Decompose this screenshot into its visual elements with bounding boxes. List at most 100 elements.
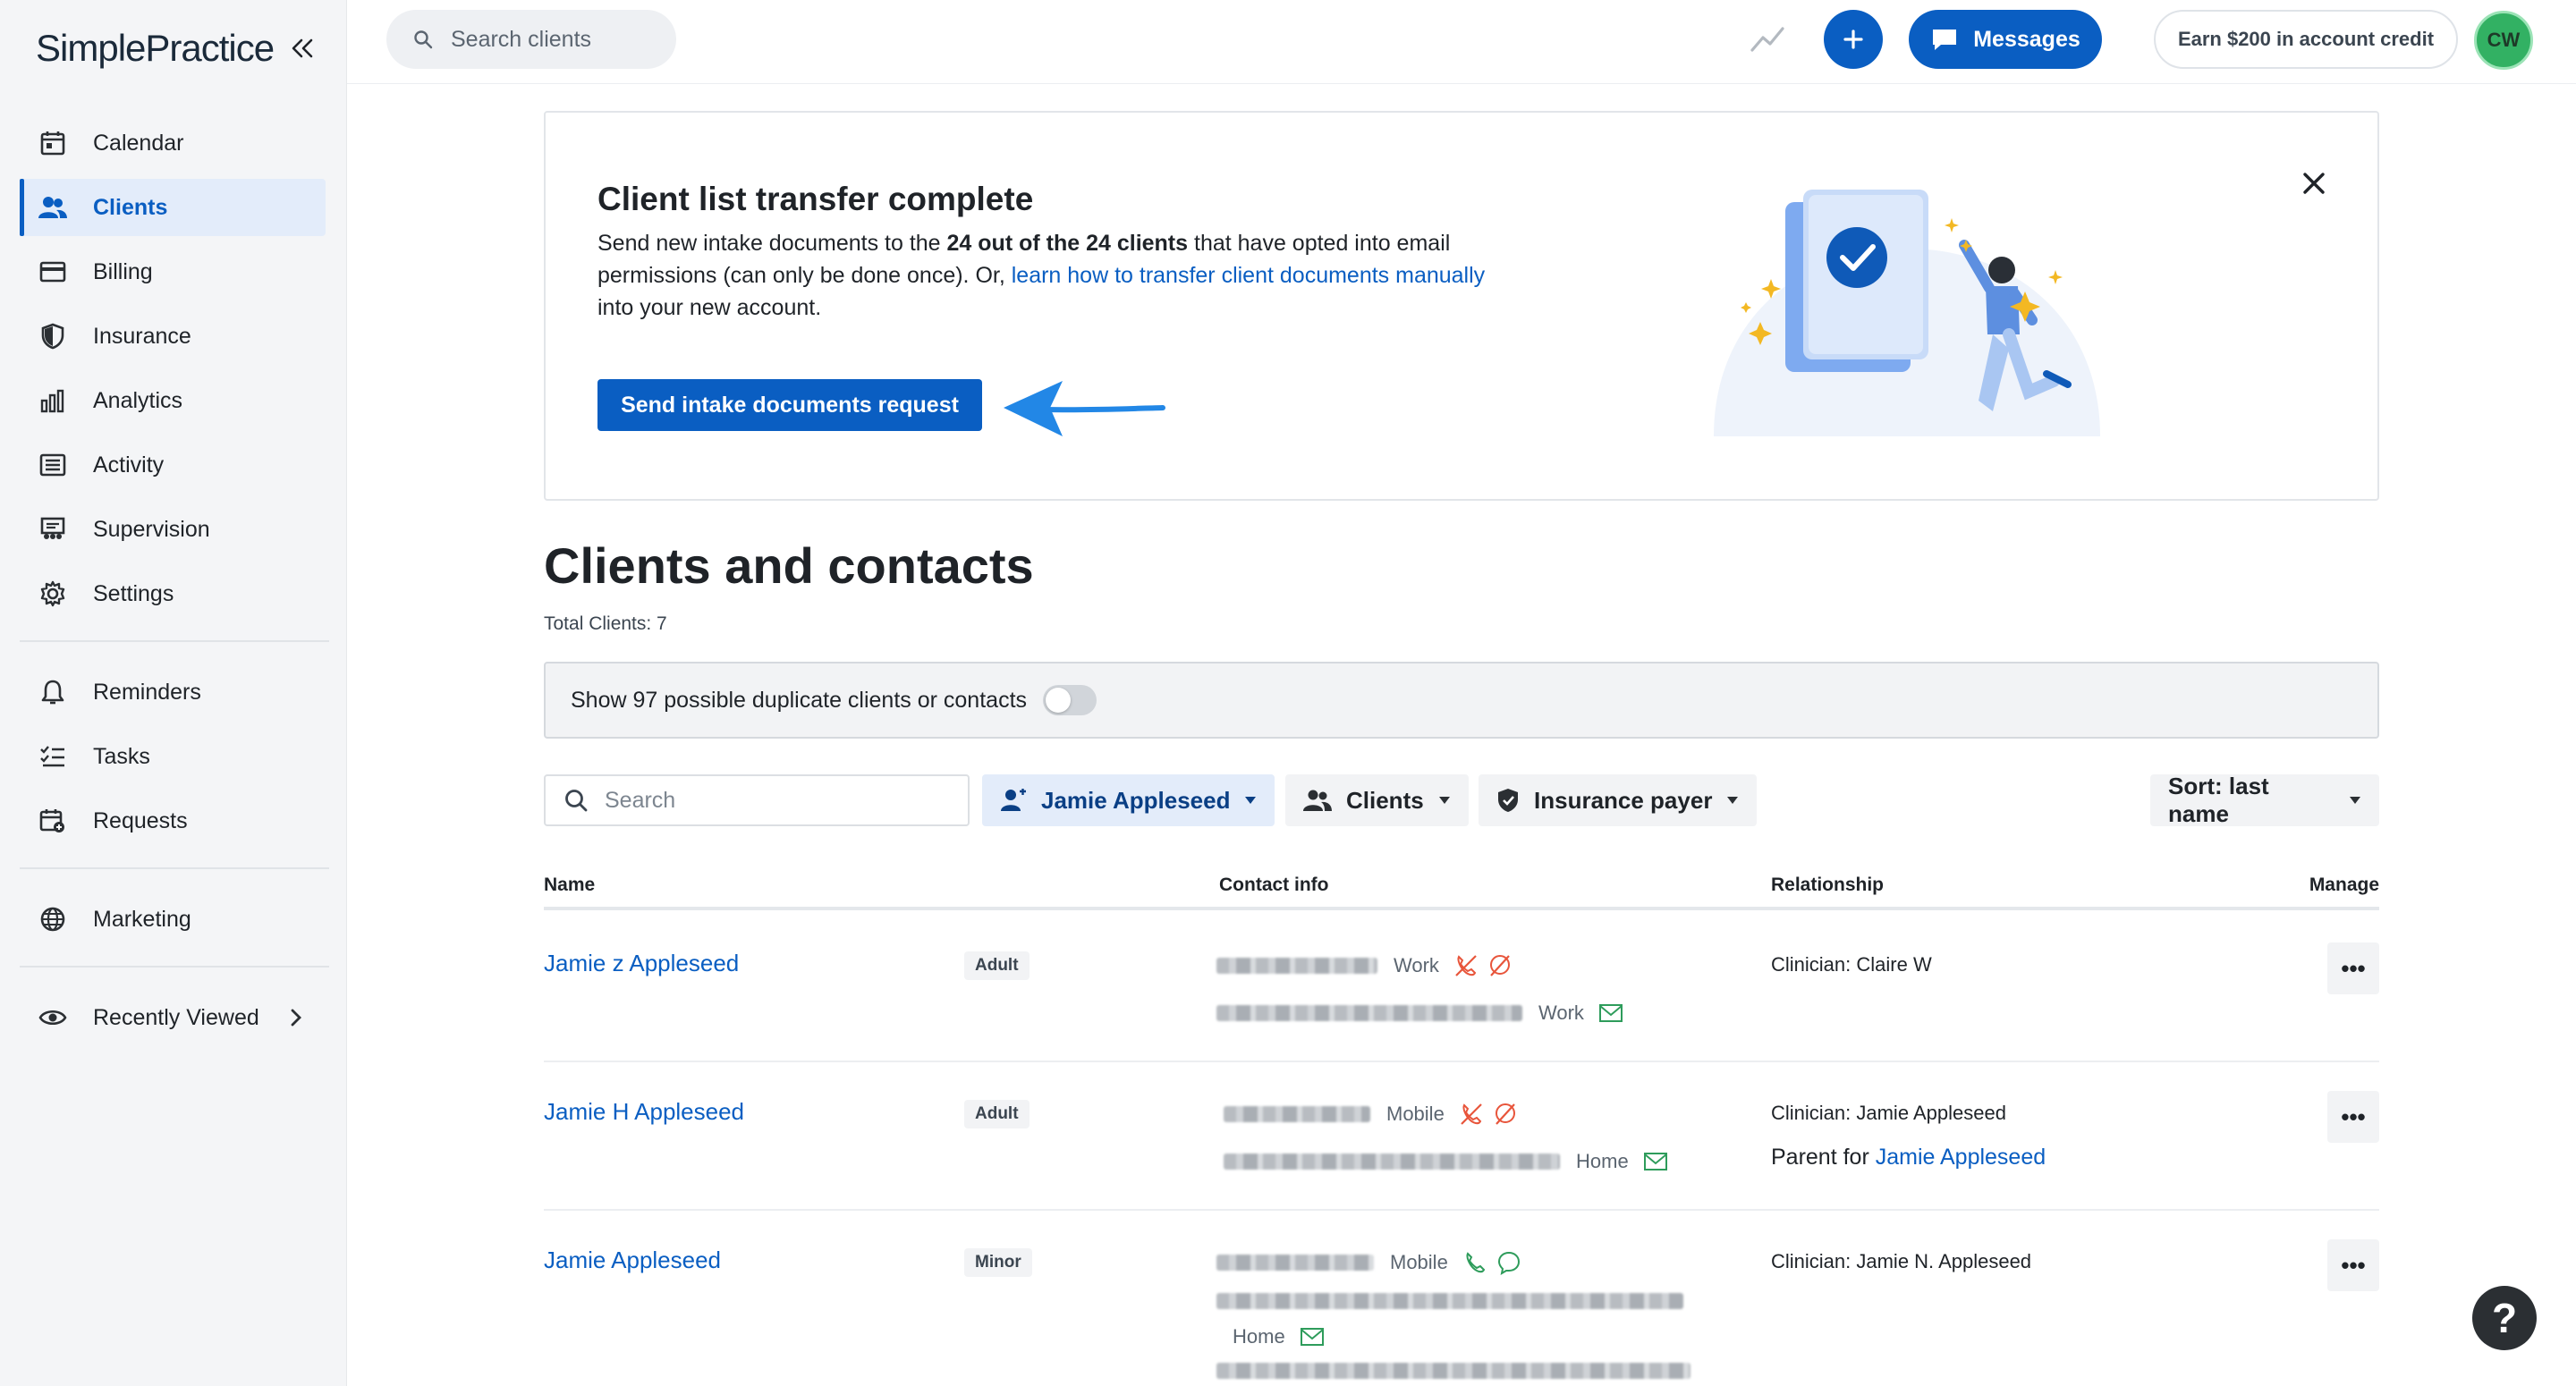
message-bubble-icon xyxy=(1930,27,1959,52)
table-row: Jamie H Appleseed Adult Mobile Home Clin… xyxy=(544,1062,2379,1211)
phone-type-label: Mobile xyxy=(1390,1251,1448,1273)
sidebar-item-billing[interactable]: Billing xyxy=(20,243,326,300)
no-text-icon xyxy=(1493,1102,1518,1127)
sidebar-item-analytics[interactable]: Analytics xyxy=(20,372,326,429)
transfer-documents-link[interactable]: learn how to transfer client documents m… xyxy=(1012,263,1485,288)
email-icon xyxy=(1300,1327,1325,1347)
sidebar-item-label: Calendar xyxy=(93,130,184,156)
avatar[interactable]: CW xyxy=(2474,11,2533,70)
client-search-input[interactable]: Search xyxy=(544,774,970,826)
manage-menu-button[interactable]: ••• xyxy=(2327,1091,2379,1143)
activity-icon xyxy=(38,450,68,480)
sidebar-item-label: Tasks xyxy=(93,743,150,769)
table-row: Jamie Appleseed Minor Mobile Home Clinic… xyxy=(544,1211,2379,1386)
shield-icon xyxy=(38,321,68,351)
relationship-text: Clinician: Jamie Appleseed xyxy=(1771,1102,2006,1124)
redacted-email xyxy=(1224,1154,1560,1170)
sidebar-item-calendar[interactable]: Calendar xyxy=(20,114,326,172)
tasks-icon xyxy=(38,741,68,772)
clinician-filter-label: Jamie Appleseed xyxy=(1041,786,1231,814)
analytics-icon xyxy=(38,385,68,416)
client-type-filter-button[interactable]: Clients xyxy=(1285,774,1469,826)
redacted-email xyxy=(1216,1363,1690,1379)
banner-title: Client list transfer complete xyxy=(597,181,1034,217)
close-icon[interactable] xyxy=(2292,161,2336,206)
messages-button[interactable]: Messages xyxy=(1909,10,2102,69)
sidebar-item-supervision[interactable]: Supervision xyxy=(20,501,326,558)
gear-icon xyxy=(38,579,68,609)
age-badge: Minor xyxy=(964,1248,1032,1277)
email-contact: Home xyxy=(1224,1150,1677,1173)
duplicates-bar: Show 97 possible duplicate clients or co… xyxy=(544,662,2379,739)
clients-table: Name Contact info Relationship Manage Ja… xyxy=(544,866,2379,1379)
insurance-payer-filter-label: Insurance payer xyxy=(1534,786,1713,814)
help-button[interactable]: ? xyxy=(2472,1286,2537,1350)
table-row: Jamie z Appleseed Adult Work Work Clinic… xyxy=(544,914,2379,1062)
chevron-right-icon xyxy=(290,1008,302,1027)
client-name-link[interactable]: Jamie z Appleseed xyxy=(544,950,739,977)
parent-client-link[interactable]: Jamie Appleseed xyxy=(1876,1145,2046,1170)
email-type-label: Home xyxy=(1233,1325,1285,1348)
email-icon xyxy=(1643,1152,1668,1171)
phone-icon xyxy=(1462,1250,1487,1275)
text-message-icon xyxy=(1496,1250,1521,1275)
table-header: Name Contact info Relationship Manage xyxy=(544,866,2379,910)
manage-menu-button[interactable]: ••• xyxy=(2327,1239,2379,1291)
sidebar-item-label: Insurance xyxy=(93,323,191,349)
sidebar-item-settings[interactable]: Settings xyxy=(20,565,326,622)
sidebar-item-reminders[interactable]: Reminders xyxy=(20,663,326,721)
insurance-payer-filter-button[interactable]: Insurance payer xyxy=(1479,774,1758,826)
shield-check-icon xyxy=(1496,788,1520,813)
sidebar-item-label: Analytics xyxy=(93,387,183,413)
sidebar-item-tasks[interactable]: Tasks xyxy=(20,728,326,785)
redacted-email xyxy=(1216,1293,1683,1309)
header-name: Name xyxy=(544,875,596,895)
earn-credit-button[interactable]: Earn $200 in account credit xyxy=(2154,10,2458,69)
search-icon xyxy=(413,30,433,49)
sidebar-item-requests[interactable]: Requests xyxy=(20,792,326,849)
sort-button[interactable]: Sort: last name xyxy=(2150,773,2379,827)
banner-text-bold: 24 out of the 24 clients xyxy=(946,231,1189,256)
client-name-link[interactable]: Jamie Appleseed xyxy=(544,1247,721,1274)
sidebar: SimplePractice Calendar Clients Billing … xyxy=(0,0,347,1386)
email-contact-label: Home xyxy=(1233,1325,1334,1348)
send-intake-documents-button[interactable]: Send intake documents request xyxy=(597,379,982,431)
phone-contact: Mobile xyxy=(1224,1102,1527,1127)
banner-text: Send new intake documents to the 24 out … xyxy=(597,227,1501,324)
phone-type-label: Work xyxy=(1394,954,1439,976)
email-contact: Work xyxy=(1216,1001,1632,1025)
sidebar-item-label: Activity xyxy=(93,452,165,477)
header-relationship: Relationship xyxy=(1771,875,1885,895)
client-name-link[interactable]: Jamie H Appleseed xyxy=(544,1098,744,1126)
redacted-phone xyxy=(1216,958,1377,974)
email-type-label: Work xyxy=(1538,1001,1584,1024)
requests-icon xyxy=(38,806,68,836)
sidebar-divider xyxy=(20,640,329,642)
collapse-sidebar-icon[interactable] xyxy=(284,32,320,64)
parent-relationship: Parent for Jamie Appleseed xyxy=(1771,1145,2046,1170)
add-button[interactable] xyxy=(1824,10,1883,69)
sidebar-item-clients[interactable]: Clients xyxy=(20,179,326,236)
sidebar-item-marketing[interactable]: Marketing xyxy=(20,891,326,948)
caret-down-icon xyxy=(2349,796,2361,805)
globe-icon xyxy=(38,904,68,934)
brand-logo[interactable]: SimplePractice xyxy=(36,21,275,75)
clinician-filter-button[interactable]: Jamie Appleseed xyxy=(982,774,1275,826)
caret-down-icon xyxy=(1244,796,1257,805)
sidebar-item-activity[interactable]: Activity xyxy=(20,436,326,494)
header-manage: Manage xyxy=(2309,875,2379,895)
sidebar-item-label: Recently Viewed xyxy=(93,1004,259,1030)
caret-down-icon xyxy=(1726,796,1739,805)
sidebar-nav: Calendar Clients Billing Insurance Analy… xyxy=(20,114,329,1053)
filter-bar: Search Jamie Appleseed Clients Insurance… xyxy=(544,773,2379,827)
relationship-text: Clinician: Jamie N. Appleseed xyxy=(1771,1250,2032,1272)
global-search-input[interactable]: Search clients xyxy=(386,10,676,69)
sidebar-item-recently-viewed[interactable]: Recently Viewed xyxy=(20,989,326,1046)
redacted-phone xyxy=(1216,1255,1374,1271)
email-type-label: Home xyxy=(1576,1150,1629,1172)
plus-icon xyxy=(1843,30,1863,49)
duplicates-toggle[interactable] xyxy=(1043,685,1097,715)
manage-menu-button[interactable]: ••• xyxy=(2327,942,2379,994)
trend-icon[interactable] xyxy=(1750,23,1785,58)
sidebar-item-insurance[interactable]: Insurance xyxy=(20,308,326,365)
